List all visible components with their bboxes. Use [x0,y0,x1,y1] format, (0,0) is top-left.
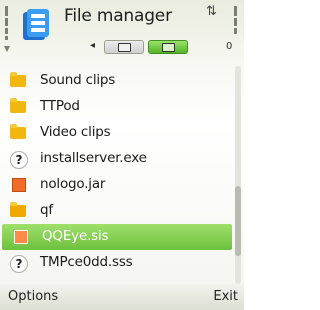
list-item-label: Sound clips [40,72,116,88]
list-item[interactable]: Sound clips [0,68,232,94]
list-item[interactable]: qf [0,198,232,224]
scrollbar-thumb[interactable] [235,186,241,256]
java-app-icon [10,177,26,193]
installer-package-icon [12,229,28,245]
list-item[interactable]: ? installserver.exe [0,146,232,172]
list-item-label: nologo.jar [40,176,106,192]
list-item-label: TTPod [40,98,80,114]
data-transfer-icon: ⇅ [206,4,217,19]
list-item-selected[interactable]: QQEye.sis [2,224,232,250]
list-item[interactable]: ? TMPce0dd.sss [0,250,232,276]
unknown-file-icon: ? [10,151,28,169]
list-item-label: TMPce0dd.sss [40,254,133,270]
file-manager-screen: File manager ⇅ ◂ 0 Sound clips TTPod Vid… [0,0,244,310]
list-item-label: Video clips [40,124,111,140]
tab-memory-card[interactable] [148,40,188,54]
signal-strength-icon [4,6,10,52]
file-manager-app-icon [23,9,49,40]
memory-card-icon [162,43,175,52]
list-item[interactable]: nologo.jar [0,172,232,198]
unknown-file-icon: ? [10,255,28,273]
folder-icon [10,72,26,89]
list-item[interactable]: TTPod [0,94,232,120]
folder-icon [10,202,26,219]
options-softkey[interactable]: Options [8,289,58,304]
folder-icon [10,124,26,141]
battery-icon [234,6,237,34]
scrollbar[interactable] [235,66,241,284]
list-item[interactable]: Video clips [0,120,232,146]
app-header: File manager ⇅ ◂ 0 [0,0,244,64]
file-list: Sound clips TTPod Video clips ? installs… [0,68,232,276]
list-item-label: installserver.exe [40,150,147,166]
tab-phone-memory[interactable] [104,40,144,54]
memory-card-icon [118,43,131,52]
page-title: File manager [64,6,172,26]
folder-icon [10,98,26,115]
list-item-label: QQEye.sis [42,228,109,244]
memory-tabs [90,40,208,54]
softkey-bar: Options Exit [0,284,244,310]
exit-softkey[interactable]: Exit [213,289,238,304]
list-item-label: qf [40,202,53,218]
